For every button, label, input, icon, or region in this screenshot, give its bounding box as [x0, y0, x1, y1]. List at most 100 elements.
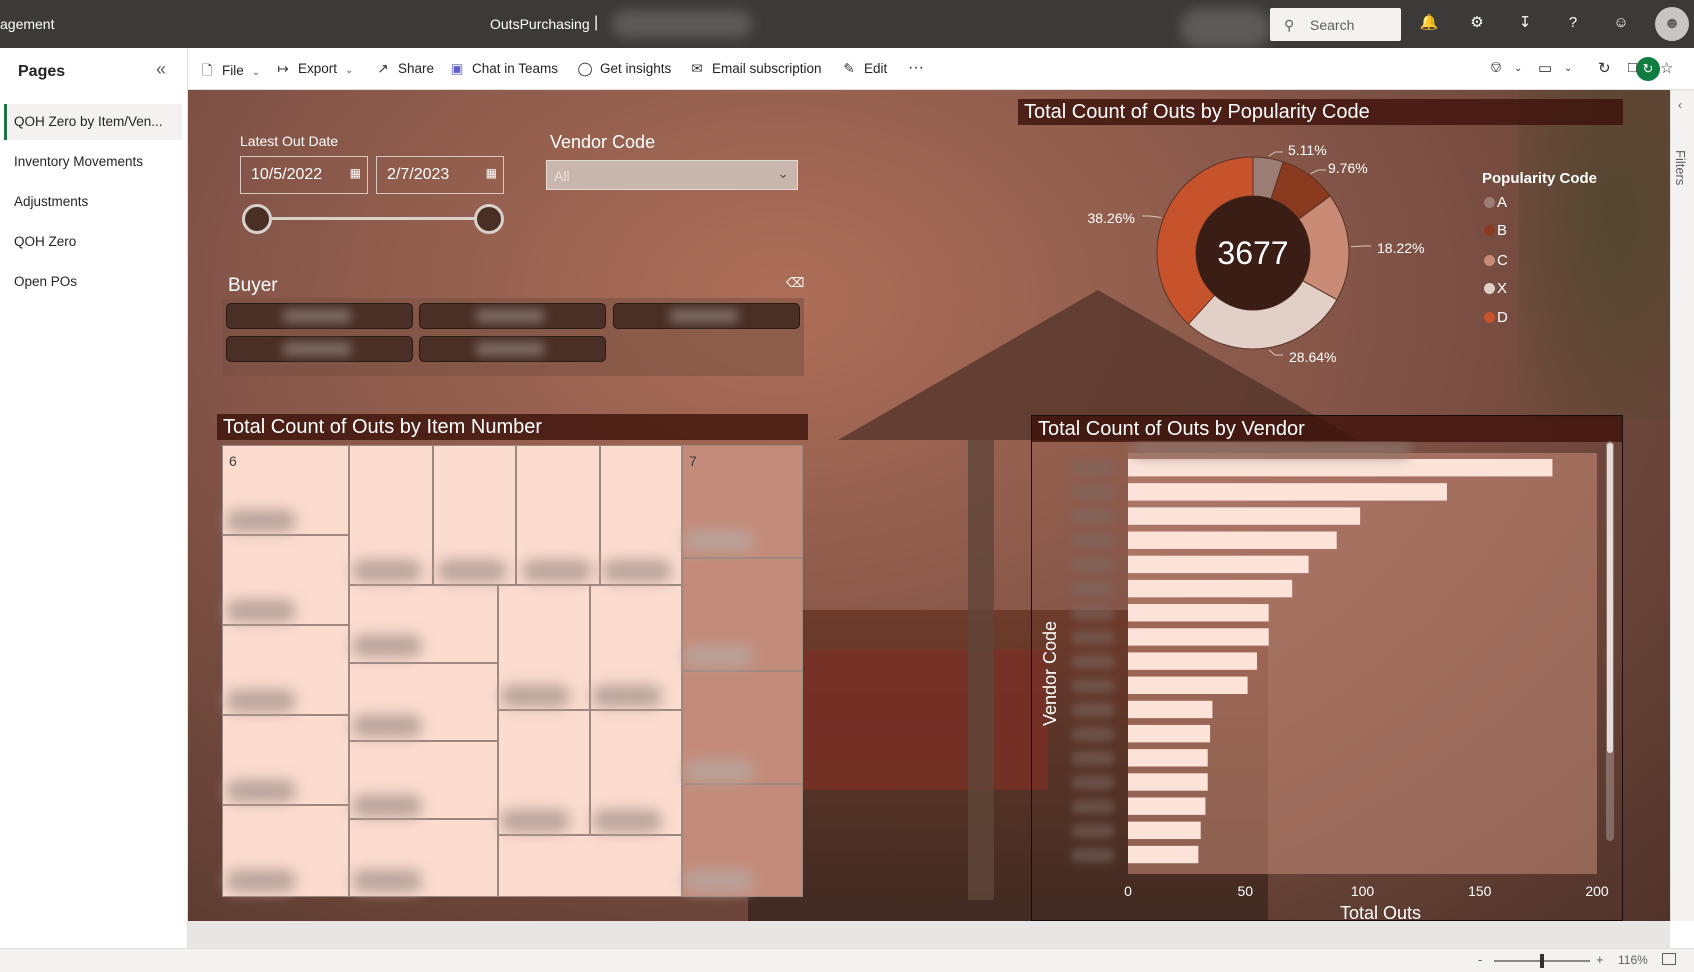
vendor-bar[interactable]: [1128, 773, 1208, 791]
file-menu[interactable]: 🗋 File ⌄: [198, 61, 261, 84]
date-range-start-handle[interactable]: [242, 204, 272, 234]
zoom-out-button[interactable]: -: [1478, 952, 1482, 967]
redacted-item-label: [592, 810, 662, 832]
vendor-bar[interactable]: [1128, 700, 1213, 719]
redacted-vendor-code-label: [1071, 630, 1115, 645]
canvas-horizontal-scroll-area[interactable]: [188, 921, 1670, 948]
popularity-donut-chart[interactable]: 5.11%9.76% 18.22% 28.64% 38.26% 3677: [1080, 130, 1480, 390]
collapse-pages-icon[interactable]: «: [156, 59, 166, 80]
page-item-inventory-movements[interactable]: Inventory Movements: [4, 144, 182, 180]
redacted-buyer-name: [282, 309, 352, 323]
legend-item-b[interactable]: B: [1484, 222, 1507, 239]
vendor-bar[interactable]: [1128, 579, 1293, 598]
chevron-down-icon[interactable]: ⌄: [1514, 63, 1522, 74]
page-item-open-pos[interactable]: Open POs: [4, 264, 182, 300]
search-box[interactable]: ⚲ Search: [1270, 8, 1401, 41]
share-label: Share: [398, 61, 435, 76]
reload-icon[interactable]: ↻: [1598, 59, 1611, 77]
vendor-code-dropdown[interactable]: All ⌄: [546, 160, 798, 190]
redacted-item-label: [352, 560, 422, 582]
vendor-bar[interactable]: [1128, 749, 1208, 767]
vendor-bar[interactable]: [1128, 459, 1553, 477]
vendor-bar[interactable]: [1128, 652, 1257, 670]
user-avatar[interactable]: ☻: [1655, 7, 1689, 41]
x-axis-tick-label: 100: [1351, 883, 1375, 899]
legend-swatch: [1484, 225, 1495, 236]
more-options-button[interactable]: ···: [908, 59, 924, 77]
buyer-option-button[interactable]: [613, 303, 800, 329]
vendor-bar[interactable]: [1128, 555, 1309, 574]
start-date-input[interactable]: 10/5/2022 ▦: [240, 156, 368, 194]
page-item-adjustments[interactable]: Adjustments: [4, 184, 182, 220]
email-subscription-button[interactable]: ✉ Email subscription: [688, 61, 821, 77]
filters-pane[interactable]: ‹ Filters: [1670, 90, 1694, 921]
chevron-down-icon[interactable]: ⌄: [1564, 63, 1572, 74]
redacted-vendor-code-label: [1071, 557, 1115, 573]
redacted-item-label: [684, 760, 754, 782]
favorite-star-icon[interactable]: ☆: [1660, 59, 1673, 77]
redacted-vendor-code-label: [1071, 799, 1115, 814]
vendor-bar[interactable]: [1128, 507, 1361, 525]
legend-item-x[interactable]: X: [1484, 280, 1507, 297]
vendor-bar[interactable]: [1128, 845, 1199, 864]
page-item-qoh-zero-by-item-vendor[interactable]: QOH Zero by Item/Ven...: [4, 104, 182, 140]
fit-to-page-icon[interactable]: [1662, 953, 1676, 965]
vendor-bar[interactable]: [1128, 821, 1201, 840]
bell-icon[interactable]: 🔔: [1418, 12, 1440, 34]
redacted-item-label: [592, 685, 662, 707]
redacted-buyer-name: [475, 309, 545, 323]
date-range-end-handle[interactable]: [474, 204, 504, 234]
legend-item-a[interactable]: A: [1484, 194, 1507, 211]
refresh-status-icon[interactable]: ↻: [1636, 57, 1660, 81]
legend-item-d[interactable]: D: [1484, 309, 1508, 326]
buyer-option-button[interactable]: [419, 303, 606, 329]
share-button[interactable]: ↗ Share: [374, 61, 434, 77]
export-icon: ↦: [277, 61, 289, 76]
vendor-bar[interactable]: [1128, 604, 1269, 622]
end-date-input[interactable]: 2/7/2023 ▦: [376, 156, 504, 194]
legend-item-c[interactable]: C: [1484, 252, 1508, 269]
buyer-option-button[interactable]: [419, 336, 606, 362]
gear-icon[interactable]: ⚙: [1466, 12, 1488, 34]
export-menu[interactable]: ↦ Export ⌄: [274, 61, 353, 77]
expand-filters-icon[interactable]: ‹: [1678, 98, 1682, 112]
feedback-smiley-icon[interactable]: ☺: [1610, 12, 1632, 34]
calendar-icon[interactable]: ▦: [350, 166, 361, 180]
view-icon[interactable]: ▭: [1538, 59, 1552, 77]
vendor-bar-chart[interactable]: 0 50 100 150 200 Total Outs Vendor Code: [1031, 441, 1623, 921]
redacted-item-label: [500, 810, 570, 832]
comment-icon[interactable]: □: [1628, 59, 1637, 76]
vendor-bar[interactable]: [1128, 797, 1206, 815]
status-bar: - + 116%: [0, 948, 1694, 972]
get-insights-button[interactable]: ◯ Get insights: [576, 61, 671, 77]
report-title[interactable]: OutsPurchasing: [490, 16, 590, 32]
vendor-bar[interactable]: [1128, 676, 1248, 694]
export-label: Export: [298, 61, 338, 76]
buyer-option-button[interactable]: [226, 336, 413, 362]
buyer-option-button[interactable]: [226, 303, 413, 329]
help-icon[interactable]: ?: [1562, 12, 1584, 34]
background-post: [968, 440, 994, 900]
x-axis-tick-label: 200: [1585, 883, 1609, 899]
bookmark-icon[interactable]: ⎊: [1490, 59, 1502, 76]
treemap-tile[interactable]: [498, 835, 682, 897]
bar-chart-scrollbar-thumb[interactable]: [1607, 443, 1613, 753]
zoom-in-button[interactable]: +: [1596, 952, 1604, 967]
filters-label[interactable]: Filters: [1673, 150, 1688, 185]
app-title: agement: [0, 16, 55, 32]
calendar-icon[interactable]: ▦: [486, 166, 497, 180]
background-trees: [1518, 90, 1670, 420]
vendor-bar[interactable]: [1128, 483, 1447, 501]
download-icon[interactable]: ↧: [1514, 12, 1536, 34]
date-range-slider-track[interactable]: [257, 217, 489, 220]
clear-selections-eraser-icon[interactable]: ⌫: [786, 275, 804, 291]
edit-button[interactable]: ✎ Edit: [840, 61, 887, 77]
vendor-bar[interactable]: [1128, 531, 1337, 549]
vendor-bar[interactable]: [1128, 628, 1269, 646]
redacted-header-text: [612, 10, 752, 38]
vendor-bar[interactable]: [1128, 724, 1211, 743]
chat-in-teams-button[interactable]: ▣ Chat in Teams: [448, 61, 558, 77]
item-number-treemap[interactable]: 6 7: [222, 445, 803, 897]
zoom-slider-thumb[interactable]: [1540, 954, 1544, 968]
page-item-qoh-zero[interactable]: QOH Zero: [4, 224, 182, 260]
